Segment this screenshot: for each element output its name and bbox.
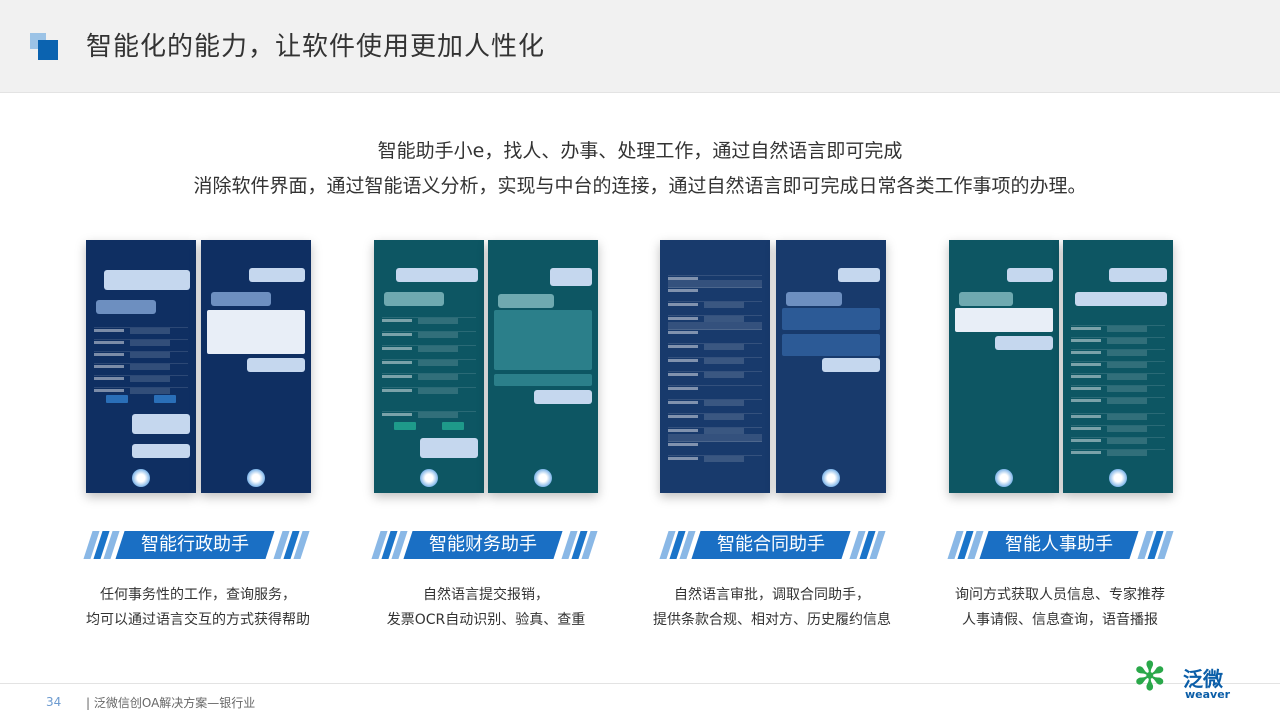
feature-band-admin: 智能行政助手 [83, 527, 310, 561]
description-line: 人事请假、信息查询，语音播报 [962, 612, 1158, 628]
phone-screen [201, 240, 311, 493]
feature-label: 智能人事助手 [979, 531, 1139, 559]
description-line: 询问方式获取人员信息、专家推荐 [955, 587, 1165, 603]
phone-screen [949, 240, 1059, 493]
feature-description-finance: 自然语言提交报销， 发票OCR自动识别、验真、查重 [351, 583, 621, 633]
feature-label: 智能财务助手 [403, 531, 563, 559]
screenshot-admin-assistant [86, 240, 316, 493]
feature-label: 智能合同助手 [691, 531, 851, 559]
weaver-logo-icon: ✻ [1133, 654, 1167, 700]
intro-line-2: 消除软件界面，通过智能语义分析，实现与中台的连接，通过自然语言即可完成日常各类工… [193, 175, 1087, 197]
screenshot-contract-assistant [660, 240, 890, 493]
description-line: 自然语言提交报销， [423, 587, 549, 603]
feature-description-hr: 询问方式获取人员信息、专家推荐 人事请假、信息查询，语音播报 [925, 583, 1195, 633]
brand-name-en: weaver [1185, 688, 1231, 701]
phone-screen [660, 240, 770, 493]
intro-text: 智能助手小e，找人、办事、处理工作，通过自然语言即可完成 消除软件界面，通过智能… [0, 134, 1280, 204]
intro-line-1: 智能助手小e，找人、办事、处理工作，通过自然语言即可完成 [377, 140, 903, 162]
description-line: 任何事务性的工作，查询服务， [100, 587, 296, 603]
feature-band-hr: 智能人事助手 [947, 527, 1174, 561]
screenshot-finance-assistant [374, 240, 604, 493]
phone-screen [1063, 240, 1173, 493]
page-number: 34 [46, 695, 62, 709]
feature-band-finance: 智能财务助手 [371, 527, 598, 561]
page-title: 智能化的能力，让软件使用更加人性化 [86, 32, 546, 62]
phone-screen [86, 240, 196, 493]
feature-band-contract: 智能合同助手 [659, 527, 886, 561]
phone-screen [374, 240, 484, 493]
header-bar: 智能化的能力，让软件使用更加人性化 [0, 0, 1280, 93]
footer-text: | 泛微信创OA解决方案—银行业 [86, 696, 256, 710]
brand-logo: ✻ 泛微 weaver [1133, 655, 1243, 705]
description-line: 均可以通过语言交互的方式获得帮助 [86, 612, 310, 628]
feature-description-contract: 自然语言审批，调取合同助手， 提供条款合规、相对方、历史履约信息 [637, 583, 907, 633]
screenshot-hr-assistant [949, 240, 1179, 493]
description-line: 提供条款合规、相对方、历史履约信息 [653, 612, 891, 628]
phone-screen [488, 240, 598, 493]
title-decoration-dark [38, 40, 58, 60]
description-line: 自然语言审批，调取合同助手， [674, 587, 870, 603]
feature-description-admin: 任何事务性的工作，查询服务， 均可以通过语言交互的方式获得帮助 [63, 583, 333, 633]
description-line: 发票OCR自动识别、验真、查重 [386, 612, 586, 628]
feature-label: 智能行政助手 [115, 531, 275, 559]
phone-screen [776, 240, 886, 493]
footer-divider [0, 683, 1280, 684]
